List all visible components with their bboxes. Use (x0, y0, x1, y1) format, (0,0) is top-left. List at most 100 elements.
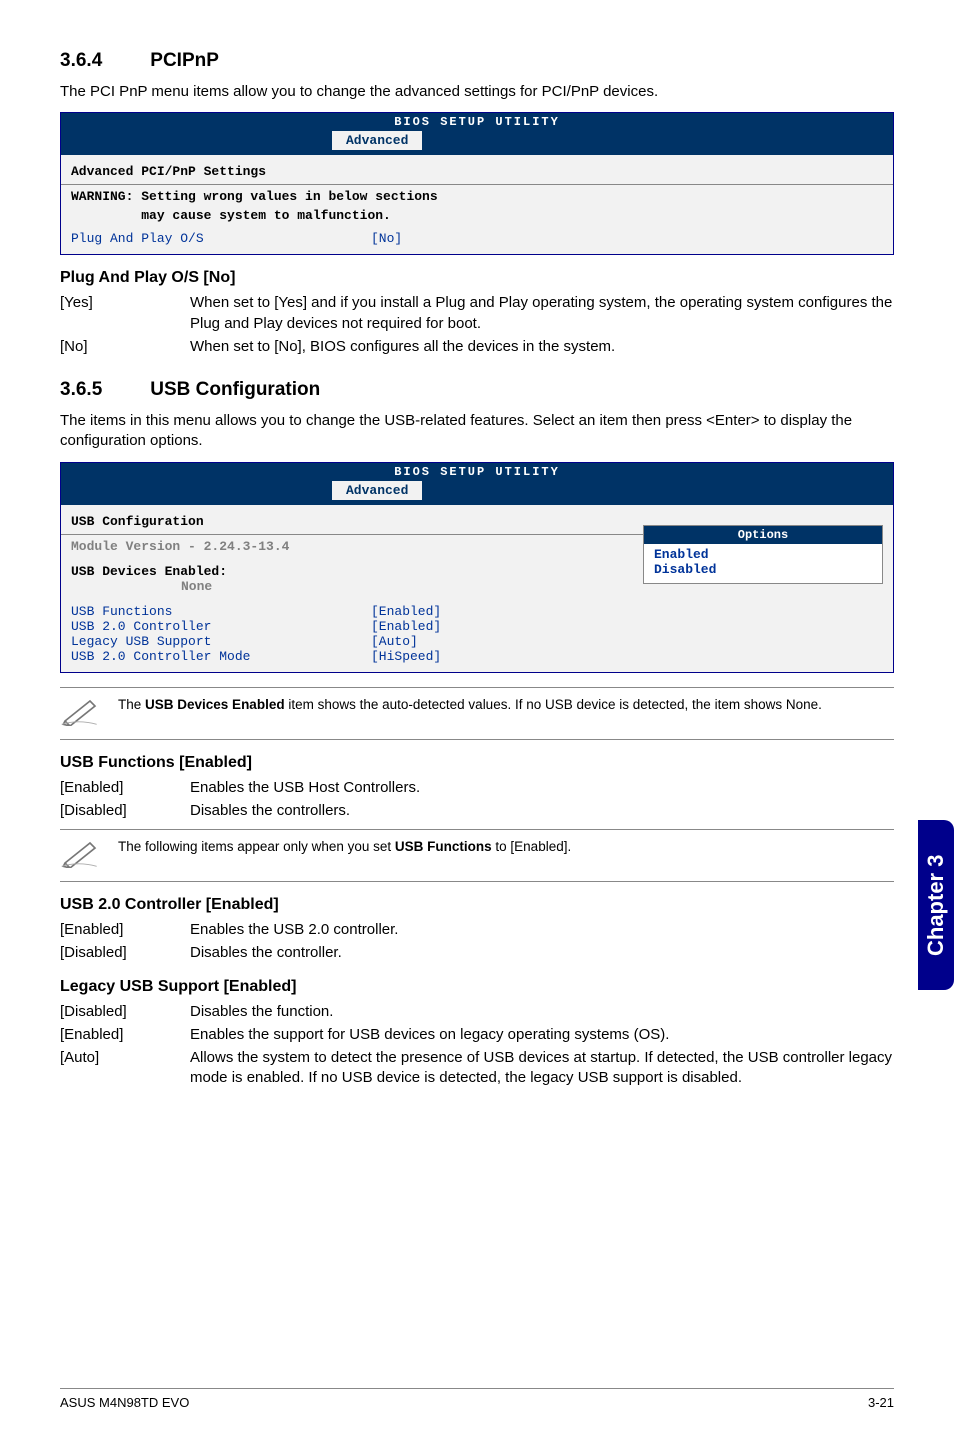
definition: Disables the controller. (190, 943, 894, 963)
bios-section-title: Advanced PCI/PnP Settings (71, 161, 883, 182)
section-heading-usbconf: 3.6.5 USB Configuration (60, 379, 894, 401)
term: [Enabled] (60, 778, 190, 798)
subheading-legacy: Legacy USB Support [Enabled] (60, 978, 894, 996)
list-item: [Enabled] Enables the USB Host Controlle… (60, 778, 894, 798)
list-item: [Enabled] Enables the USB 2.0 controller… (60, 920, 894, 940)
bios-body: Advanced PCI/PnP Settings WARNING: Setti… (61, 155, 893, 254)
bios-tab-row: Advanced (61, 481, 893, 505)
bios-setting-value: [No] (371, 231, 402, 246)
section-number: 3.6.4 (60, 50, 145, 72)
usbconf-intro-text: The items in this menu allows you to cha… (60, 411, 894, 452)
bios-header: BIOS SETUP UTILITY (61, 463, 893, 481)
bios-setting-row: Legacy USB Support[Auto] (71, 634, 643, 649)
note-text: The following items appear only when you… (118, 838, 571, 856)
definition: Enables the support for USB devices on l… (190, 1025, 894, 1045)
list-item: [No] When set to [No], BIOS configures a… (60, 337, 894, 357)
deflist-plugplay: [Yes] When set to [Yes] and if you insta… (60, 293, 894, 357)
pencil-icon (60, 838, 100, 873)
bios-warning-line2: may cause system to malfunction. (71, 206, 883, 225)
deflist-usb20: [Enabled] Enables the USB 2.0 controller… (60, 920, 894, 964)
section-title: PCIPnP (150, 50, 219, 71)
bios-left-column: USB Configuration Module Version - 2.24.… (71, 511, 643, 664)
bios-setting-value: [Auto] (371, 634, 418, 649)
bios-setting-row: USB 2.0 Controller[Enabled] (71, 619, 643, 634)
list-item: [Disabled] Disables the controllers. (60, 801, 894, 821)
bios-devices-value: None (71, 579, 643, 594)
divider (61, 534, 643, 535)
bios-devices-title: USB Devices Enabled: (71, 564, 643, 579)
term: [No] (60, 337, 190, 357)
note-box: The USB Devices Enabled item shows the a… (60, 687, 894, 740)
term: [Yes] (60, 293, 190, 334)
bios-setting-row: USB 2.0 Controller Mode[HiSpeed] (71, 649, 643, 664)
page-footer: ASUS M4N98TD EVO 3-21 (60, 1388, 894, 1410)
section-number: 3.6.5 (60, 379, 145, 401)
bios-setting-value: [Enabled] (371, 619, 441, 634)
note-suffix: item shows the auto-detected values. If … (285, 697, 822, 712)
chapter-side-tab: Chapter 3 (918, 820, 954, 990)
definition: Enables the USB Host Controllers. (190, 778, 894, 798)
subheading-usb20: USB 2.0 Controller [Enabled] (60, 896, 894, 914)
bios-options-title: Options (644, 526, 882, 544)
pencil-icon (60, 696, 100, 731)
bios-setting-value: [HiSpeed] (371, 649, 441, 664)
list-item: [Auto] Allows the system to detect the p… (60, 1048, 894, 1089)
bios-module-line: Module Version - 2.24.3-13.4 (71, 537, 643, 556)
note-bold: USB Functions (395, 839, 492, 854)
term: [Auto] (60, 1048, 190, 1089)
note-prefix: The following items appear only when you… (118, 839, 395, 854)
list-item: [Disabled] Disables the function. (60, 1002, 894, 1022)
note-prefix: The (118, 697, 145, 712)
definition: Disables the function. (190, 1002, 894, 1022)
subheading-usbfunctions: USB Functions [Enabled] (60, 754, 894, 772)
definition: Disables the controllers. (190, 801, 894, 821)
bios-setting-key: Plug And Play O/S (71, 231, 371, 246)
bios-setting-value: [Enabled] (371, 604, 441, 619)
subheading-plugplay: Plug And Play O/S [No] (60, 269, 894, 287)
bios-setting-key: USB 2.0 Controller Mode (71, 649, 371, 664)
bios-panel-pcipnp: BIOS SETUP UTILITY Advanced Advanced PCI… (60, 112, 894, 255)
bios-setting-key: USB Functions (71, 604, 371, 619)
bios-right-column: Options Enabled Disabled (643, 511, 883, 664)
bios-setting-key: Legacy USB Support (71, 634, 371, 649)
deflist-legacy: [Disabled] Disables the function. [Enabl… (60, 1002, 894, 1089)
definition: When set to [Yes] and if you install a P… (190, 293, 894, 334)
term: [Disabled] (60, 943, 190, 963)
bios-panel-usbconf: BIOS SETUP UTILITY Advanced USB Configur… (60, 462, 894, 673)
note-bold: USB Devices Enabled (145, 697, 285, 712)
bios-setting-key: USB 2.0 Controller (71, 619, 371, 634)
bios-option: Disabled (654, 562, 872, 577)
term: [Enabled] (60, 920, 190, 940)
bios-setting-row: Plug And Play O/S [No] (71, 231, 883, 246)
bios-options-body: Enabled Disabled (644, 544, 882, 583)
note-box: The following items appear only when you… (60, 829, 894, 882)
definition: Enables the USB 2.0 controller. (190, 920, 894, 940)
bios-tab-advanced: Advanced (331, 130, 423, 150)
bios-option: Enabled (654, 547, 872, 562)
section-title: USB Configuration (150, 379, 320, 400)
term: [Enabled] (60, 1025, 190, 1045)
bios-body: USB Configuration Module Version - 2.24.… (61, 505, 893, 672)
bios-setting-row: USB Functions[Enabled] (71, 604, 643, 619)
note-text: The USB Devices Enabled item shows the a… (118, 696, 822, 714)
note-suffix: to [Enabled]. (492, 839, 572, 854)
list-item: [Enabled] Enables the support for USB de… (60, 1025, 894, 1045)
footer-left: ASUS M4N98TD EVO (60, 1395, 189, 1410)
definition: When set to [No], BIOS configures all th… (190, 337, 894, 357)
term: [Disabled] (60, 801, 190, 821)
section-heading-pcipnp: 3.6.4 PCIPnP (60, 50, 894, 72)
bios-options-box: Options Enabled Disabled (643, 525, 883, 584)
divider (61, 184, 893, 185)
definition: Allows the system to detect the presence… (190, 1048, 894, 1089)
bios-header: BIOS SETUP UTILITY (61, 113, 893, 131)
bios-section-title: USB Configuration (71, 511, 643, 532)
bios-tab-advanced: Advanced (331, 480, 423, 500)
list-item: [Yes] When set to [Yes] and if you insta… (60, 293, 894, 334)
bios-warning-line1: WARNING: Setting wrong values in below s… (71, 187, 883, 206)
pcipnp-intro-text: The PCI PnP menu items allow you to chan… (60, 82, 894, 102)
list-item: [Disabled] Disables the controller. (60, 943, 894, 963)
deflist-usbfunctions: [Enabled] Enables the USB Host Controlle… (60, 778, 894, 822)
term: [Disabled] (60, 1002, 190, 1022)
footer-right: 3-21 (868, 1395, 894, 1410)
bios-tab-row: Advanced (61, 131, 893, 155)
